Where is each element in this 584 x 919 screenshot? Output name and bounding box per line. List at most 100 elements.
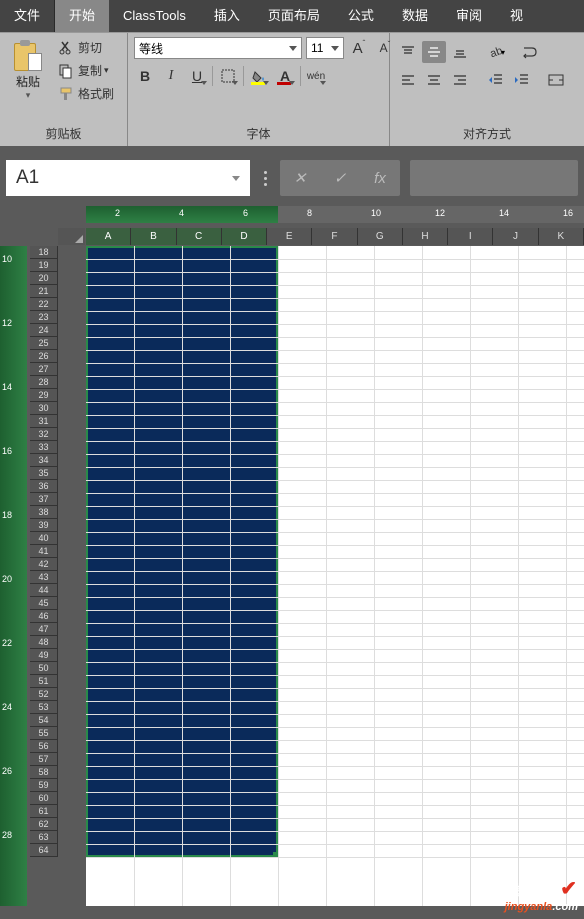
row-header[interactable]: 49 [30,649,58,662]
merge-button[interactable] [544,69,568,91]
row-header[interactable]: 62 [30,818,58,831]
row-header[interactable]: 63 [30,831,58,844]
row-header[interactable]: 60 [30,792,58,805]
row-header[interactable]: 18 [30,246,58,259]
row-header[interactable]: 41 [30,545,58,558]
row-header[interactable]: 53 [30,701,58,714]
row-header[interactable]: 25 [30,337,58,350]
row-header[interactable]: 40 [30,532,58,545]
horizontal-ruler[interactable]: 81012141618 [278,206,584,223]
align-center-button[interactable] [422,69,446,91]
paste-dropdown-icon[interactable]: ▾ [26,90,31,101]
copy-button[interactable]: 复制▾ [54,60,118,81]
row-header[interactable]: 34 [30,454,58,467]
row-header[interactable]: 28 [30,376,58,389]
row-header[interactable]: 42 [30,558,58,571]
bold-button[interactable]: B [134,65,156,87]
menu-item-5[interactable]: 公式 [334,0,388,32]
menu-item-4[interactable]: 页面布局 [254,0,334,32]
menu-item-3[interactable]: 插入 [200,0,254,32]
fill-color-button[interactable] [248,65,270,87]
row-header[interactable]: 35 [30,467,58,480]
row-header[interactable]: 55 [30,727,58,740]
align-middle-button[interactable] [422,41,446,63]
row-header[interactable]: 52 [30,688,58,701]
underline-button[interactable]: U [186,65,208,87]
row-header[interactable]: 46 [30,610,58,623]
phonetic-button[interactable]: wén [305,65,327,87]
row-header[interactable]: 45 [30,597,58,610]
column-header[interactable]: C [177,228,222,245]
row-header[interactable]: 57 [30,753,58,766]
align-bottom-button[interactable] [448,41,472,63]
font-family-combo[interactable]: 等线 [134,37,302,59]
row-header[interactable]: 44 [30,584,58,597]
increase-indent-button[interactable] [510,69,534,91]
menu-item-1[interactable]: 开始 [55,0,109,32]
orientation-button[interactable]: ab▾ [484,41,508,63]
font-color-button[interactable]: A [274,65,296,87]
column-header[interactable]: G [358,228,403,245]
menu-item-2[interactable]: ClassTools [109,0,200,32]
row-header[interactable]: 24 [30,324,58,337]
row-header[interactable]: 23 [30,311,58,324]
accept-formula-button[interactable]: ✓ [320,169,360,187]
row-headers[interactable]: 1819202122232425262728293031323334353637… [30,246,58,906]
column-header[interactable]: D [222,228,267,245]
column-header[interactable]: F [312,228,357,245]
row-header[interactable]: 20 [30,272,58,285]
paste-button[interactable]: 粘贴 ▾ [6,37,50,101]
column-header[interactable]: J [493,228,538,245]
column-header[interactable]: B [131,228,176,245]
horizontal-ruler[interactable]: 246 [86,206,278,223]
cut-button[interactable]: 剪切 [54,37,118,58]
menu-item-6[interactable]: 数据 [388,0,442,32]
row-header[interactable]: 22 [30,298,58,311]
row-header[interactable]: 19 [30,259,58,272]
row-header[interactable]: 30 [30,402,58,415]
row-header[interactable]: 32 [30,428,58,441]
column-header[interactable]: I [448,228,493,245]
column-header[interactable]: K [539,228,584,245]
shrink-font-button[interactable]: Aˇ [374,37,396,59]
row-header[interactable]: 54 [30,714,58,727]
row-header[interactable]: 31 [30,415,58,428]
column-header[interactable]: E [267,228,312,245]
italic-button[interactable]: I [160,65,182,87]
row-header[interactable]: 47 [30,623,58,636]
row-header[interactable]: 36 [30,480,58,493]
decrease-indent-button[interactable] [484,69,508,91]
align-right-button[interactable] [448,69,472,91]
grow-font-button[interactable]: Aˆ [348,37,370,59]
menu-item-8[interactable]: 视 [496,0,537,32]
column-header[interactable]: H [403,228,448,245]
row-header[interactable]: 33 [30,441,58,454]
column-header[interactable]: A [86,228,131,245]
row-header[interactable]: 38 [30,506,58,519]
select-all-corner[interactable] [58,228,85,245]
row-header[interactable]: 64 [30,844,58,857]
row-header[interactable]: 27 [30,363,58,376]
row-header[interactable]: 43 [30,571,58,584]
spreadsheet-grid[interactable] [86,246,584,906]
row-header[interactable]: 50 [30,662,58,675]
cancel-formula-button[interactable]: ✕ [280,169,320,187]
wrap-text-button[interactable] [518,41,542,63]
menu-item-7[interactable]: 审阅 [442,0,496,32]
row-header[interactable]: 61 [30,805,58,818]
menu-item-0[interactable]: 文件 [0,0,55,32]
row-header[interactable]: 59 [30,779,58,792]
font-size-combo[interactable]: 11 [306,37,344,59]
row-header[interactable]: 51 [30,675,58,688]
name-box[interactable]: A1 [6,160,250,196]
row-header[interactable]: 29 [30,389,58,402]
border-button[interactable] [217,65,239,87]
row-header[interactable]: 37 [30,493,58,506]
row-header[interactable]: 58 [30,766,58,779]
format-painter-button[interactable]: 格式刷 [54,83,118,104]
vertical-ruler[interactable]: 10121416182022242628 [0,246,27,906]
row-header[interactable]: 39 [30,519,58,532]
drag-handle-icon[interactable] [260,171,270,186]
formula-input[interactable] [410,160,578,196]
insert-function-button[interactable]: fx [360,170,400,187]
